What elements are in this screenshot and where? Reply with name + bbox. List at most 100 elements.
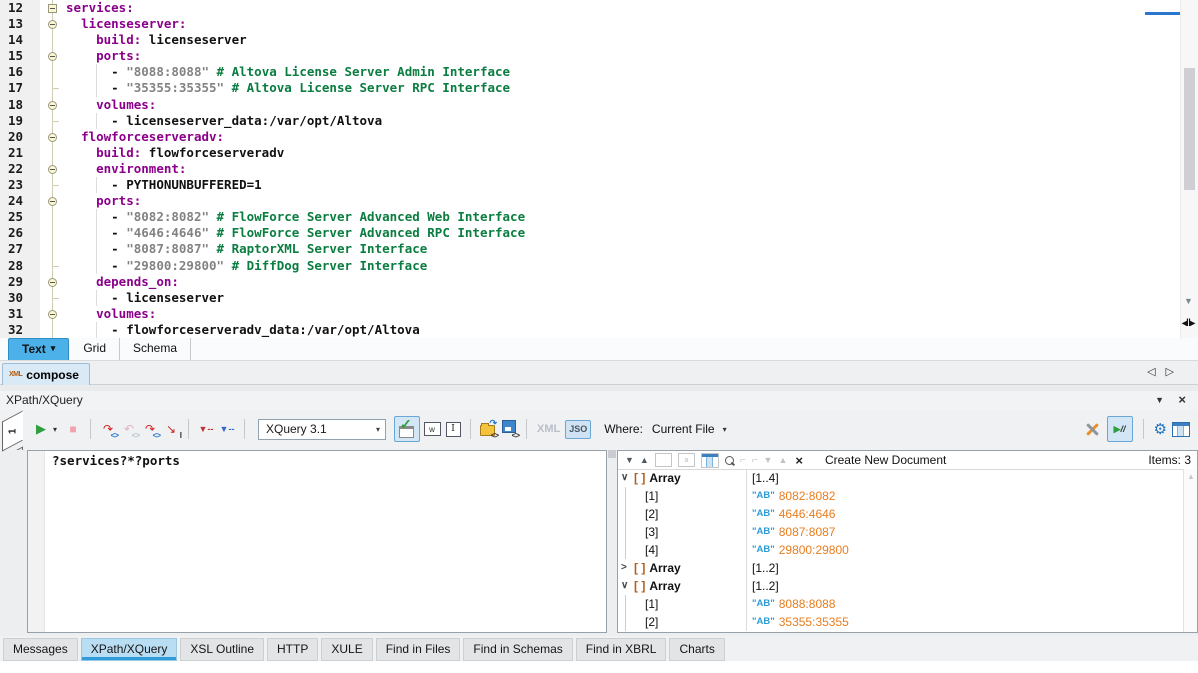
output-tab-xule[interactable]: XULE	[321, 638, 372, 661]
document-tab-compose[interactable]: XML compose	[2, 363, 90, 385]
output-tab-find-in-xbrl[interactable]: Find in XBRL	[576, 638, 667, 661]
toolbar-separator	[244, 419, 245, 439]
fold-marker-icon[interactable]	[48, 101, 57, 110]
fold-marker-icon[interactable]	[48, 20, 57, 29]
text-view-icon[interactable]: I	[444, 420, 462, 438]
result-row[interactable]: [1]"AB"8082:8082	[618, 487, 1184, 505]
editor-vertical-scrollbar[interactable]: ▼ ◂‖▸	[1180, 0, 1198, 338]
output-tab-messages[interactable]: Messages	[3, 638, 78, 661]
insert-breakpoint-icon[interactable]: ▼--	[197, 420, 215, 438]
fold-marker-icon[interactable]	[48, 197, 57, 206]
view-tab-schema[interactable]: Schema	[120, 338, 191, 360]
fold-column[interactable]	[40, 274, 66, 290]
fold-marker-icon[interactable]	[48, 165, 57, 174]
settings-gear-icon[interactable]: ⚙	[1154, 420, 1167, 438]
output-tab-http[interactable]: HTTP	[267, 638, 318, 661]
fold-column[interactable]	[40, 306, 66, 322]
collapse-icon[interactable]: ∨	[618, 469, 634, 487]
xpath-panel-titlebar[interactable]: XPath/XQuery ▼ ×	[0, 391, 1198, 410]
run-evaluation-button[interactable]: ▶	[32, 420, 50, 438]
fold-marker-icon[interactable]	[48, 133, 57, 142]
step-into-icon[interactable]: ↷<>	[99, 420, 117, 438]
fold-marker-icon[interactable]	[48, 4, 57, 13]
output-tab-xsl-outline[interactable]: XSL Outline	[180, 638, 264, 661]
stop-button[interactable]: ■	[64, 420, 82, 438]
fold-marker-icon[interactable]	[48, 310, 57, 319]
xml-mode-toggle[interactable]: XML	[537, 423, 560, 435]
collapse-icon[interactable]: ∨	[618, 577, 634, 595]
fold-column[interactable]	[40, 16, 66, 32]
result-row[interactable]: [2]"AB"35355:35355	[618, 613, 1184, 631]
show-in-document-icon[interactable]	[655, 453, 672, 467]
fold-column[interactable]	[40, 193, 66, 209]
previous-result-icon[interactable]: ▲	[640, 455, 649, 465]
tab-scroll-right-icon[interactable]: ▷	[1166, 366, 1184, 378]
view-tab-text[interactable]: Text▾	[8, 338, 69, 360]
output-tab-find-in-files[interactable]: Find in Files	[376, 638, 461, 661]
where-scope-select[interactable]: Current File ▾	[652, 422, 731, 436]
pane-splitter[interactable]	[607, 450, 617, 636]
code-line: 22 environment:	[0, 161, 1198, 177]
fold-marker-icon[interactable]	[48, 278, 57, 287]
result-value-cell: "AB"29800:29800	[746, 541, 1184, 559]
output-tab-xpath-xquery[interactable]: XPath/XQuery	[81, 638, 178, 661]
result-row[interactable]: [3]"AB"8087:8087	[618, 523, 1184, 541]
xpath-expression[interactable]: ?services?*?ports	[52, 453, 180, 468]
step-out-icon[interactable]: ↶<>	[120, 420, 138, 438]
fold-column[interactable]	[40, 97, 66, 113]
tab-scroll-left-icon[interactable]: ◁	[1147, 366, 1165, 378]
debugger-toggle[interactable]: ▶//	[1107, 416, 1133, 442]
horizontal-splitter-icon[interactable]: ◂‖▸	[1182, 318, 1194, 329]
view-tab-grid[interactable]: Grid	[70, 338, 120, 360]
result-value-cell: "AB"4646:4646	[746, 505, 1184, 523]
expression-tab-1[interactable]: 1	[2, 410, 23, 451]
fold-column[interactable]	[40, 161, 66, 177]
code-line: 28 - "29800:29800" # DiffDog Server Inte…	[0, 258, 1198, 274]
output-tab-charts[interactable]: Charts	[669, 638, 724, 661]
create-new-document-button[interactable]: Create New Document	[825, 453, 946, 467]
tab-scroll-arrows[interactable]: ◁▷	[1147, 365, 1184, 378]
evaluate-on-typing-toggle[interactable]: ✓	[394, 416, 420, 442]
fold-column[interactable]	[40, 129, 66, 145]
save-expression-icon[interactable]: <>	[500, 420, 518, 438]
result-row[interactable]: [4]"AB"29800:29800	[618, 541, 1184, 559]
run-to-cursor-icon[interactable]: ↘I	[162, 420, 180, 438]
expand-icon[interactable]: >	[618, 559, 634, 577]
result-row[interactable]: ∨[ ]Array[1..4]	[618, 469, 1184, 487]
fold-column[interactable]	[40, 48, 66, 64]
scrollbar-thumb[interactable]	[1184, 68, 1195, 190]
result-row[interactable]: ∨[ ]Array[1..2]	[618, 577, 1184, 595]
output-tab-find-in-schemas[interactable]: Find in Schemas	[463, 638, 572, 661]
result-row[interactable]: [2]"AB"4646:4646	[618, 505, 1184, 523]
view-mode-tabbar: Text▾GridSchema	[0, 338, 1198, 361]
evaluation-window-icon[interactable]: w	[423, 420, 441, 438]
text-editor[interactable]: 12services:13 licenseserver:14 build: li…	[0, 0, 1198, 338]
layout-grid-icon[interactable]	[1172, 422, 1190, 437]
xquery-version-value: XQuery 3.1	[266, 422, 327, 436]
panel-menu-icon[interactable]: ▼	[1155, 395, 1164, 405]
goto-file-icon[interactable]: ⌐	[740, 455, 746, 466]
xquery-version-select[interactable]: XQuery 3.1 ▾	[258, 419, 386, 440]
panel-title: XPath/XQuery	[6, 393, 83, 407]
result-table-view-icon[interactable]	[701, 453, 719, 468]
fold-column[interactable]	[40, 0, 66, 16]
scroll-up-icon[interactable]: ▲	[1187, 472, 1195, 481]
expression-editor[interactable]: ?services?*?ports	[27, 450, 607, 633]
json-mode-toggle[interactable]: JSO	[565, 420, 591, 439]
clear-results-icon[interactable]: ×	[795, 453, 803, 468]
result-row[interactable]: >[ ]Array[1..2]	[618, 559, 1184, 577]
results-scrollbar[interactable]: ▲	[1183, 469, 1197, 632]
panel-close-icon[interactable]: ×	[1178, 392, 1186, 407]
result-row[interactable]: [1]"AB"8088:8088	[618, 595, 1184, 613]
copy-result-icon[interactable]: a	[678, 453, 695, 467]
next-result-icon[interactable]: ▼	[625, 455, 634, 465]
fold-marker-icon[interactable]	[48, 52, 57, 61]
goto-node-icon[interactable]: ⌐	[752, 455, 758, 466]
load-expression-icon[interactable]: ↷<>	[479, 420, 497, 438]
scroll-down-icon[interactable]: ▼	[1184, 296, 1193, 306]
tools-icon[interactable]	[1082, 419, 1102, 439]
run-options-dropdown-icon[interactable]: ▾	[53, 425, 61, 434]
search-result-icon[interactable]	[725, 456, 734, 465]
insert-tracepoint-icon[interactable]: ▼--	[218, 420, 236, 438]
step-over-icon[interactable]: ↷<>	[141, 420, 159, 438]
